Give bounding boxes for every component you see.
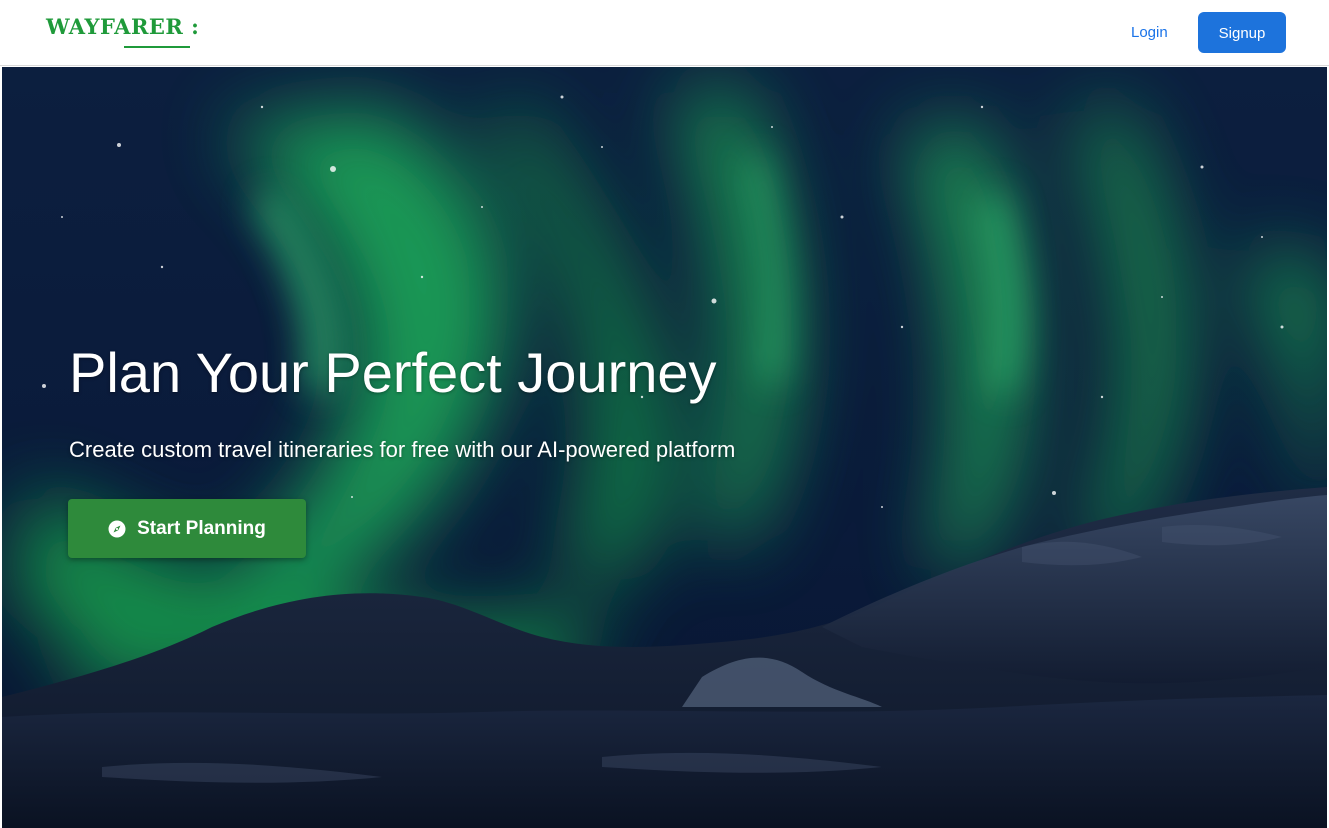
- signup-button[interactable]: Signup: [1198, 12, 1286, 53]
- start-planning-label: Start Planning: [137, 517, 266, 539]
- hero-section: Plan Your Perfect Journey Create custom …: [2, 67, 1327, 828]
- hero-subtitle: Create custom travel itineraries for fre…: [69, 437, 736, 462]
- brand-logo-text: WAYFARER :: [46, 14, 200, 39]
- hero-title: Plan Your Perfect Journey: [69, 341, 717, 404]
- brand-logo[interactable]: WAYFARER :: [46, 13, 200, 53]
- login-link[interactable]: Login: [1131, 20, 1168, 46]
- start-planning-button[interactable]: Start Planning: [68, 499, 306, 558]
- top-navbar: WAYFARER : Login Signup: [0, 0, 1329, 66]
- logo-underline: [124, 46, 190, 48]
- compass-icon: [108, 520, 126, 538]
